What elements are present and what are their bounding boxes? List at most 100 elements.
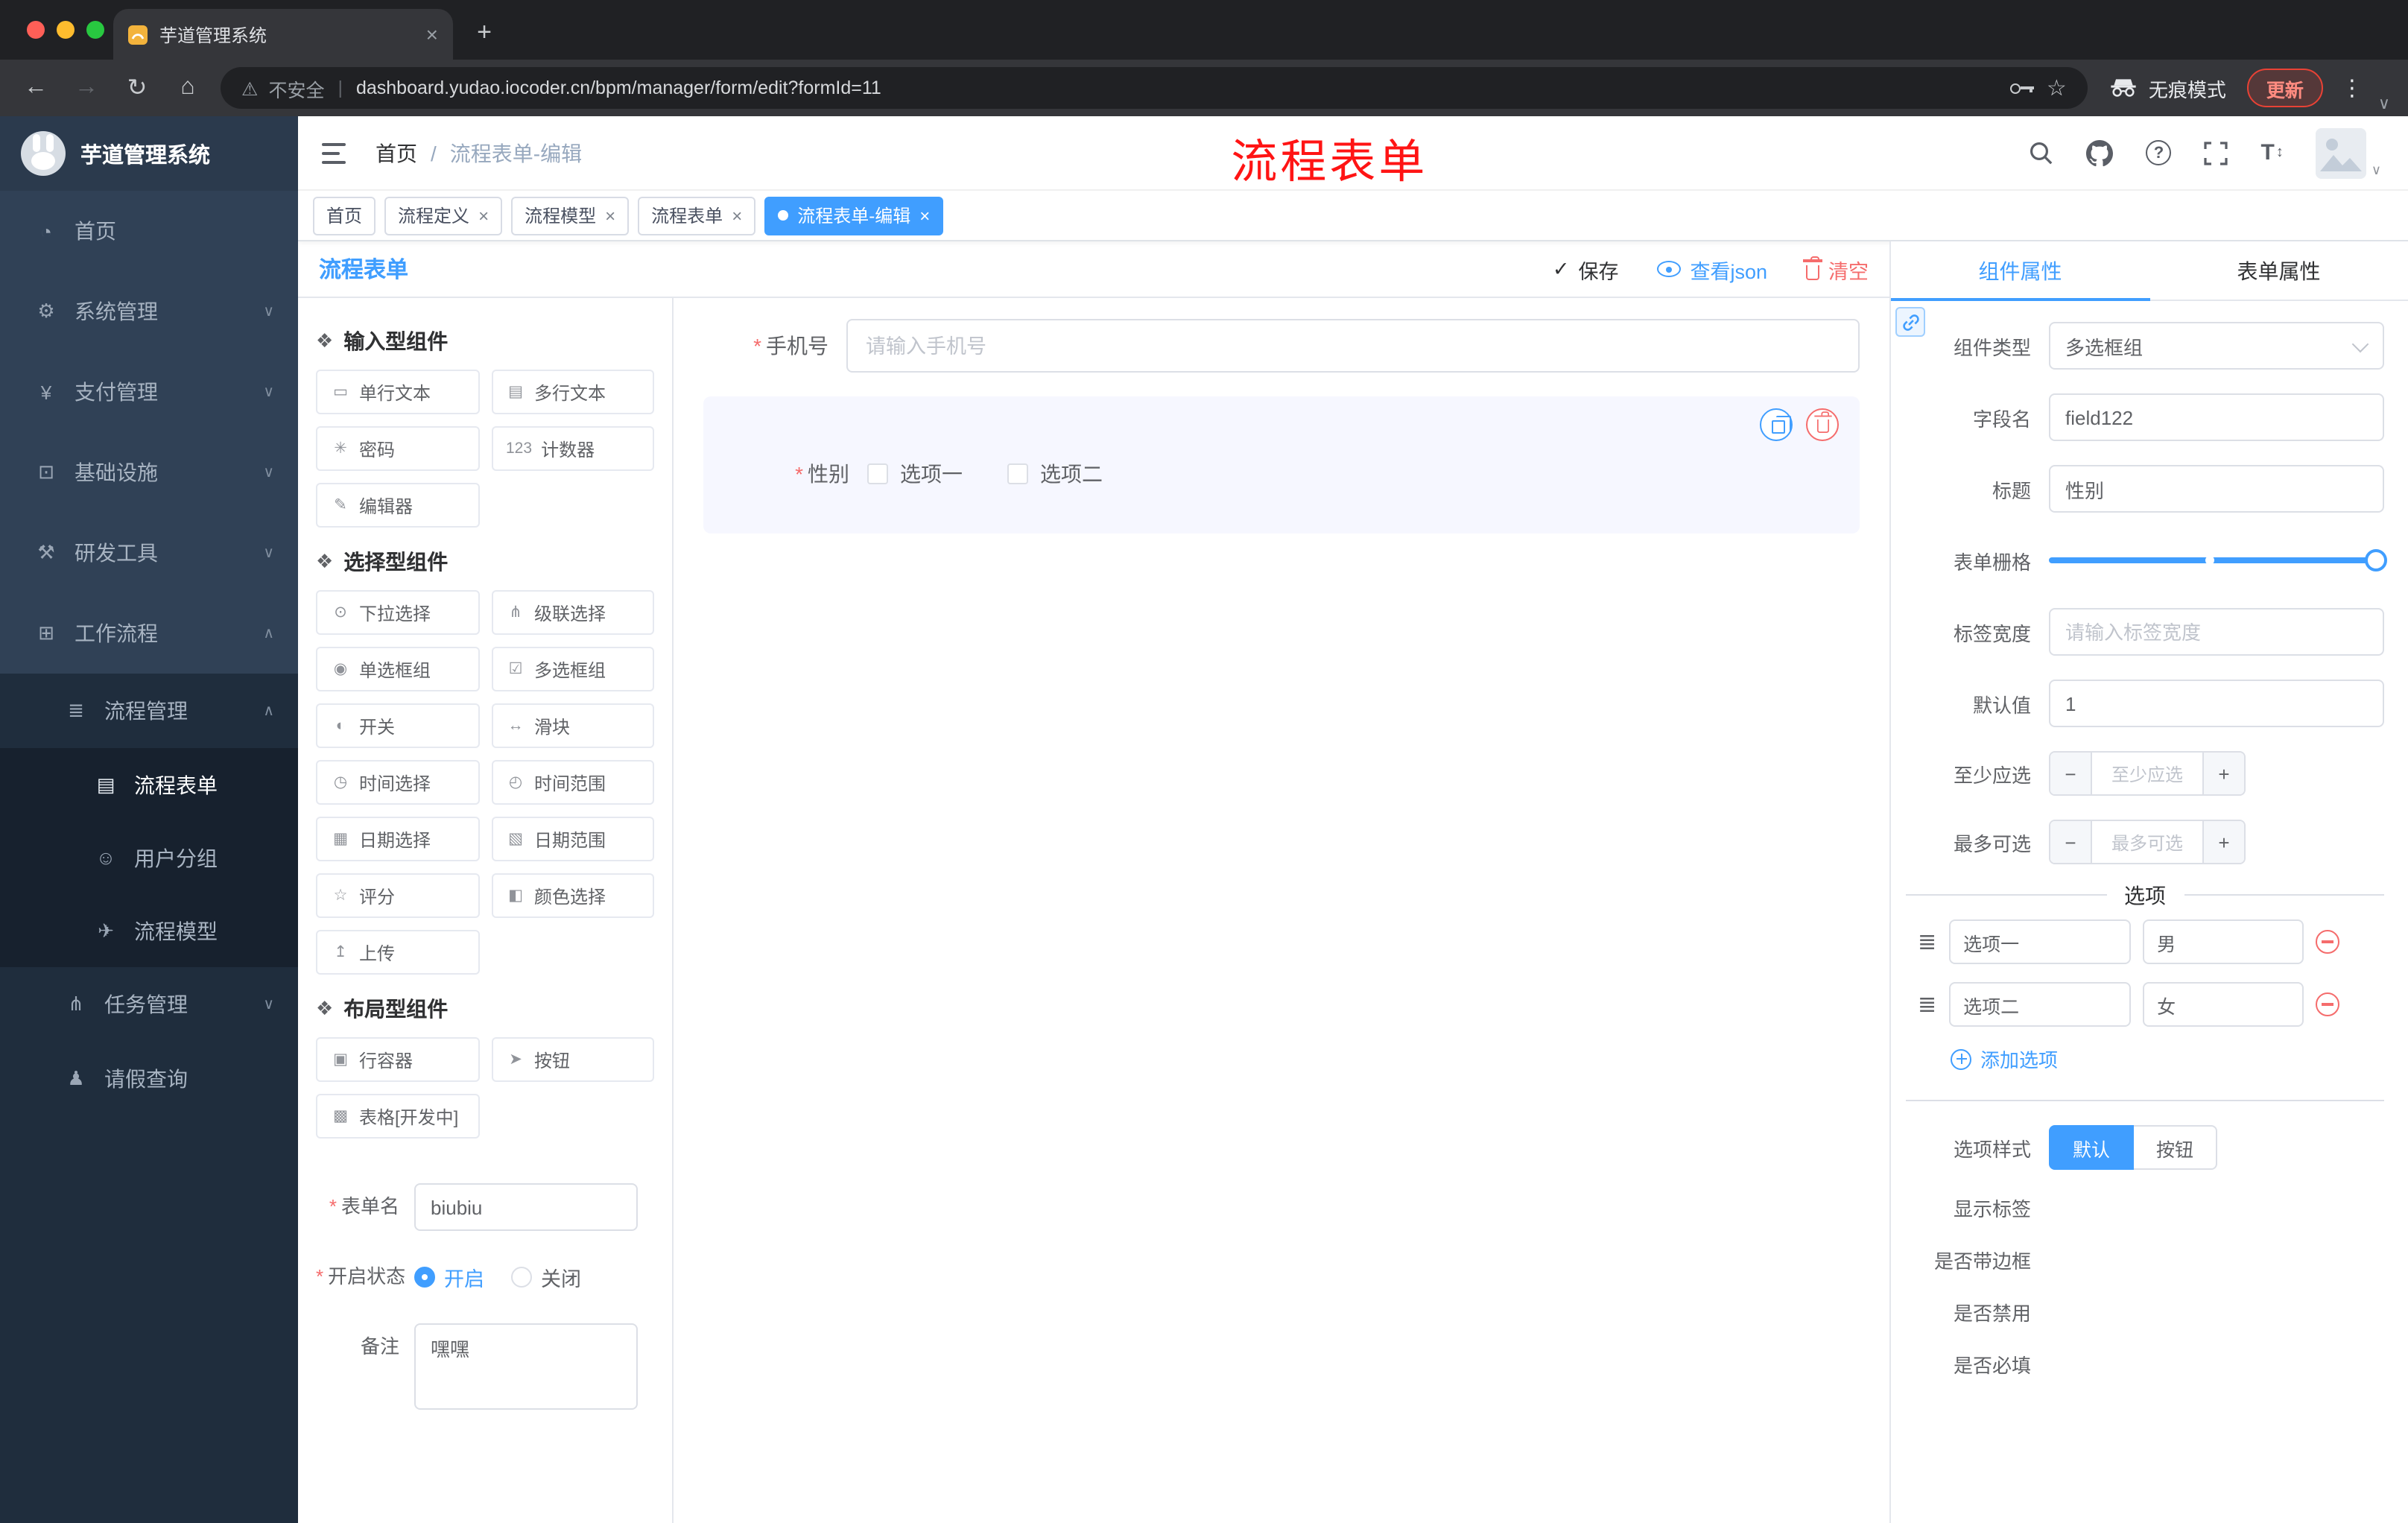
browser-menu-icon[interactable]: ⋮	[2341, 75, 2363, 101]
tag-close-icon[interactable]: ×	[919, 206, 930, 224]
home-icon[interactable]: ⌂	[170, 75, 206, 101]
update-browser-button[interactable]: 更新	[2246, 69, 2323, 107]
zoom-window-button[interactable]	[86, 21, 104, 39]
palette-item-table[interactable]: ▩ 表格[开发中]	[316, 1094, 479, 1139]
palette-item-time-picker[interactable]: ◷ 时间选择	[316, 760, 479, 805]
github-icon[interactable]	[2086, 139, 2114, 166]
minus-button[interactable]: −	[2050, 821, 2092, 863]
url-bar[interactable]: ⚠ 不安全 | dashboard.yudao.iocoder.cn/bpm/m…	[221, 67, 2088, 109]
password-key-icon[interactable]	[2010, 83, 2035, 93]
palette-item-password[interactable]: ✳ 密码	[316, 426, 479, 471]
selected-component-block[interactable]: * 性别 选项一 选项二	[703, 396, 1860, 533]
default-value-input[interactable]	[2049, 680, 2384, 727]
palette-item-select[interactable]: ⊙ 下拉选择	[316, 590, 479, 635]
palette-item-multi-line-text[interactable]: ▤ 多行文本	[491, 370, 654, 414]
tag-home[interactable]: 首页	[313, 196, 376, 235]
palette-item-row-container[interactable]: ▣ 行容器	[316, 1037, 479, 1082]
phone-field-row[interactable]: * 手机号	[703, 316, 1860, 376]
font-size-icon[interactable]: T ↕	[2260, 140, 2283, 165]
palette-item-checkbox-group[interactable]: ☑ 多选框组	[491, 647, 654, 691]
sidebar-item-payment[interactable]: ¥ 支付管理 ∨	[0, 352, 298, 432]
checkbox-icon[interactable]	[1007, 463, 1028, 484]
slider-handle[interactable]	[2365, 549, 2387, 571]
label-width-input[interactable]	[2049, 608, 2384, 656]
tab-close-icon[interactable]: ×	[426, 24, 438, 45]
min-select-value[interactable]: 至少应选	[2092, 753, 2202, 794]
browser-tab[interactable]: 芋道管理系统 ×	[113, 9, 453, 60]
palette-item-cascader[interactable]: ⋔ 级联选择	[491, 590, 654, 635]
palette-item-switch[interactable]: ◐ 开关	[316, 703, 479, 748]
max-select-value[interactable]: 最多可选	[2092, 821, 2202, 863]
palette-item-time-range[interactable]: ◴ 时间范围	[491, 760, 654, 805]
sidebar-item-system[interactable]: ⚙ 系统管理 ∨	[0, 271, 298, 352]
checkbox-icon[interactable]	[867, 463, 888, 484]
option-1-label-input[interactable]	[1948, 919, 2131, 964]
sidebar-item-workflow[interactable]: ⊞ 工作流程 ∧	[0, 593, 298, 674]
option-2-label-input[interactable]	[1948, 982, 2131, 1027]
form-name-input[interactable]	[414, 1183, 638, 1231]
clear-button[interactable]: 清空	[1803, 254, 1869, 284]
sidebar-item-task-management[interactable]: ⋔ 任务管理 ∨	[0, 967, 298, 1042]
palette-item-counter[interactable]: 123 计数器	[491, 426, 654, 471]
form-remark-textarea[interactable]: 嘿嘿	[414, 1323, 638, 1410]
tag-close-icon[interactable]: ×	[605, 206, 615, 224]
form-canvas[interactable]: *手机号 *性别	[674, 298, 1889, 1523]
palette-item-upload[interactable]: ↥ 上传	[316, 930, 479, 975]
option-1-value-input[interactable]	[2142, 919, 2304, 964]
add-option-button[interactable]: 添加选项	[1951, 1045, 2384, 1073]
new-tab-button[interactable]: +	[465, 13, 504, 52]
radio-closed[interactable]: 关闭	[511, 1262, 581, 1292]
sidebar-item-process-model[interactable]: ✈ 流程模型	[0, 894, 298, 967]
option-drag-icon[interactable]: ≣	[1918, 991, 1936, 1018]
sidebar-item-leave-query[interactable]: ♟ 请假查询	[0, 1042, 298, 1116]
sidebar-item-user-group[interactable]: ☺ 用户分组	[0, 821, 298, 894]
view-json-button[interactable]: 查看json	[1657, 254, 1767, 284]
close-window-button[interactable]	[27, 21, 45, 39]
title-input[interactable]	[2049, 465, 2384, 513]
remove-option-icon[interactable]	[2315, 930, 2339, 954]
reload-icon[interactable]: ↻	[119, 73, 155, 103]
sidebar-item-dev-tools[interactable]: ⚒ 研发工具 ∨	[0, 513, 298, 593]
palette-item-date-range[interactable]: ▧ 日期范围	[491, 817, 654, 861]
slider-track[interactable]	[2049, 557, 2384, 563]
breadcrumb-home[interactable]: 首页	[376, 138, 417, 168]
radio-open[interactable]: 开启	[414, 1262, 484, 1292]
tab-component-props[interactable]: 组件属性	[1891, 241, 2149, 301]
tag-process-model[interactable]: 流程模型 ×	[511, 196, 630, 235]
minimize-window-button[interactable]	[57, 21, 75, 39]
palette-item-button[interactable]: ➤ 按钮	[491, 1037, 654, 1082]
tag-process-form-edit[interactable]: 流程表单-编辑 ×	[764, 196, 944, 235]
sidebar-item-process-management[interactable]: ≣ 流程管理 ∧	[0, 674, 298, 748]
fullscreen-icon[interactable]	[2204, 141, 2228, 165]
save-button[interactable]: ✓ 保存	[1553, 254, 1619, 284]
palette-item-date-picker[interactable]: ▦ 日期选择	[316, 817, 479, 861]
search-icon[interactable]	[2028, 140, 2053, 165]
user-avatar-wrap[interactable]: ∨	[2316, 127, 2381, 178]
style-default-button[interactable]: 默认	[2049, 1125, 2135, 1170]
palette-item-single-line-text[interactable]: ▭ 单行文本	[316, 370, 479, 414]
plus-button[interactable]: +	[2202, 821, 2244, 863]
component-type-select[interactable]: 多选框组	[2049, 322, 2384, 370]
back-icon[interactable]: ←	[18, 75, 54, 101]
plus-button[interactable]: +	[2202, 753, 2244, 794]
tab-form-props[interactable]: 表单属性	[2149, 241, 2408, 300]
tag-close-icon[interactable]: ×	[478, 206, 489, 224]
delete-component-button[interactable]	[1806, 408, 1839, 441]
forward-icon[interactable]: →	[69, 75, 104, 101]
chevron-down-icon[interactable]: ∨	[2378, 94, 2390, 113]
link-icon[interactable]	[1895, 307, 1925, 337]
help-icon[interactable]: ?	[2146, 140, 2172, 165]
checkbox-option-1[interactable]: 选项一	[867, 459, 963, 489]
tag-process-form[interactable]: 流程表单 ×	[638, 196, 756, 235]
copy-component-button[interactable]	[1760, 408, 1793, 441]
option-drag-icon[interactable]: ≣	[1918, 928, 1936, 955]
remove-option-icon[interactable]	[2315, 992, 2339, 1016]
sidebar-item-home[interactable]: ◔ 首页	[0, 191, 298, 271]
phone-input[interactable]	[846, 319, 1860, 373]
sidebar-item-infrastructure[interactable]: ⊡ 基础设施 ∨	[0, 432, 298, 513]
palette-item-editor[interactable]: ✎ 编辑器	[316, 483, 479, 528]
minus-button[interactable]: −	[2050, 753, 2092, 794]
checkbox-option-2[interactable]: 选项二	[1007, 459, 1103, 489]
sidebar-item-process-form[interactable]: ▤ 流程表单	[0, 748, 298, 821]
palette-item-radio-group[interactable]: ◉ 单选框组	[316, 647, 479, 691]
